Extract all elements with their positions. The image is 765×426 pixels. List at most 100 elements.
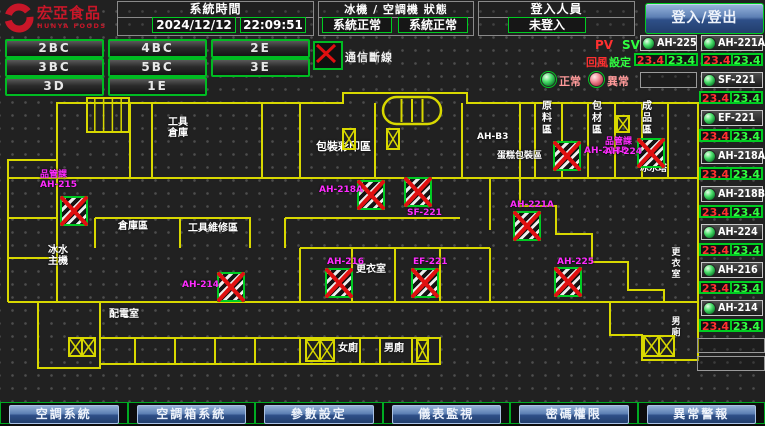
- system-time-value: 22:09:51: [240, 17, 306, 33]
- unit-name: AH-218B: [718, 188, 765, 200]
- comm-loss-icon: [313, 41, 343, 70]
- shaft-x-icon: [305, 339, 335, 366]
- login-user-label: 登入人員: [479, 2, 634, 18]
- unit-button-ah-214[interactable]: AH-214: [701, 300, 763, 316]
- xbox-glyph: [386, 128, 400, 150]
- menu-segment: 密碼權限: [510, 402, 638, 424]
- device-label-ah-216: AH-216: [327, 258, 364, 268]
- shaft-x-icon: [616, 115, 630, 137]
- stair-icon: [86, 97, 130, 137]
- unit-button-ef-221[interactable]: EF-221: [701, 110, 763, 126]
- drum-glyph: [381, 95, 443, 126]
- device-label-ah-221a: AH-221A: [510, 201, 554, 211]
- pv-value: 23.4: [700, 206, 731, 217]
- menu-segment: 空調系統: [0, 402, 128, 424]
- menu-button-5[interactable]: 密碼權限: [519, 405, 629, 424]
- unit-name: AH-218A: [718, 150, 765, 162]
- sv-value: 23.4: [731, 320, 762, 331]
- device-offline-ah-225[interactable]: [554, 267, 582, 297]
- nav-button-1e[interactable]: 1E: [108, 77, 207, 96]
- room-label: 蛋糕包裝區: [497, 152, 542, 161]
- unit-values-ah-216: 23.423.4: [699, 281, 763, 294]
- unit-values-ah-214: 23.423.4: [699, 319, 763, 332]
- normal-lamp-icon: [541, 72, 556, 87]
- menu-button-6[interactable]: 異常警報: [647, 405, 757, 424]
- xbox2-glyph: [305, 339, 335, 362]
- nav-button-2e[interactable]: 2E: [211, 39, 310, 58]
- hmi-screen: 工具 倉庫包裝彩印區AH-B3蛋糕包裝區原料區包材區成品區冰水塔倉庫區工具維修區…: [0, 0, 765, 426]
- unit-button-ah-221a[interactable]: AH-221A: [701, 35, 763, 51]
- login-logout-button[interactable]: 登入/登出: [645, 3, 764, 34]
- status-lamp-icon: [703, 74, 716, 87]
- unit-button-ah-216[interactable]: AH-216: [701, 262, 763, 278]
- status-lamp-icon: [703, 226, 716, 239]
- room-label: 工具維修區: [188, 224, 238, 235]
- room-label: 工具 倉庫: [168, 118, 188, 139]
- shaft-x-icon: [643, 335, 675, 361]
- xbox-glyph: [342, 128, 356, 150]
- device-label-sf-221: SF-221: [407, 209, 442, 219]
- system-time-label: 系統時間: [118, 2, 313, 18]
- sv-value: 23.4: [666, 54, 697, 65]
- pv-value: 23.4: [700, 92, 731, 103]
- bottom-menu-bar: 空調系統空調箱系統參數設定儀表監視密碼權限異常警報: [0, 402, 765, 426]
- unit-button-ah-225[interactable]: AH-225: [640, 35, 697, 51]
- unit-button-ah-224[interactable]: AH-224: [701, 224, 763, 240]
- nav-button-3bc[interactable]: 3BC: [5, 58, 104, 77]
- menu-segment: 空調箱系統: [128, 402, 256, 424]
- menu-segment: 儀表監視: [383, 402, 511, 424]
- unit-button-ah-218a[interactable]: AH-218A: [701, 148, 763, 164]
- nav-button-3e[interactable]: 3E: [211, 58, 310, 77]
- unit-name: AH-225: [657, 37, 697, 49]
- nav-button-4bc[interactable]: 4BC: [108, 39, 207, 58]
- device-label-ah-214: AH-214: [182, 281, 219, 291]
- status-lamp-icon: [703, 37, 716, 50]
- menu-button-3[interactable]: 參數設定: [264, 405, 374, 424]
- device-offline-ah-218b[interactable]: [553, 141, 581, 171]
- sv-value: 23.4: [732, 54, 762, 65]
- device-offline-ah-216[interactable]: [325, 268, 353, 298]
- status-lamp-icon: [642, 37, 655, 50]
- device-offline-ah-215[interactable]: [60, 196, 88, 226]
- menu-button-1[interactable]: 空調系統: [9, 405, 119, 424]
- device-offline-ef-221[interactable]: [411, 268, 439, 298]
- shaft-x-icon: [416, 339, 429, 366]
- device-offline-ah-214[interactable]: [217, 272, 245, 302]
- device-offline-ah-221a[interactable]: [513, 211, 541, 241]
- xbox-glyph: [616, 115, 630, 133]
- unit-button-sf-221[interactable]: SF-221: [701, 72, 763, 88]
- nav-button-2bc[interactable]: 2BC: [5, 39, 104, 58]
- login-user-value: 未登入: [508, 17, 586, 33]
- menu-button-4[interactable]: 儀表監視: [392, 405, 502, 424]
- pv-value: 23.4: [700, 168, 731, 179]
- shaft-x-icon: [342, 128, 356, 154]
- pv-value: 23.4: [702, 54, 732, 65]
- unit-values-ah-218a: 23.423.4: [699, 167, 763, 180]
- menu-button-2[interactable]: 空調箱系統: [137, 405, 247, 424]
- unit-values-sf-221: 23.423.4: [699, 91, 763, 104]
- pv-value: 23.4: [700, 130, 731, 141]
- shaft-x-icon: [386, 128, 400, 154]
- sv-value: 23.4: [731, 92, 762, 103]
- unit-values-ah-224: 23.423.4: [699, 243, 763, 256]
- ahu-status-value: 系統正常: [398, 17, 468, 33]
- logo-subtitle: HUNYA FOODS: [37, 23, 107, 30]
- device-label-ah-215: 品管課 AH-215: [40, 171, 77, 190]
- company-logo: 宏亞食品 HUNYA FOODS: [4, 1, 114, 34]
- unit-name: AH-216: [718, 264, 758, 276]
- pv-value: 23.4: [700, 282, 731, 293]
- status-lamp-icon: [703, 302, 716, 315]
- unit-name: AH-214: [718, 302, 758, 314]
- nav-button-3d[interactable]: 3D: [5, 77, 104, 96]
- abnormal-label: 異常: [607, 73, 629, 89]
- room-label: 倉庫區: [118, 222, 148, 233]
- device-offline-sf-221[interactable]: [404, 177, 432, 207]
- room-label: 冰水 主機: [48, 246, 68, 267]
- unit-button-ah-218b[interactable]: AH-218B: [701, 186, 763, 202]
- machine-status-label: 冰機 / 空調機 狀態: [319, 2, 473, 18]
- pv-value: 23.4: [700, 320, 731, 331]
- status-lamp-icon: [703, 150, 716, 163]
- nav-button-5bc[interactable]: 5BC: [108, 58, 207, 77]
- room-label: 包材區: [589, 100, 600, 136]
- sv-value: 23.4: [731, 244, 762, 255]
